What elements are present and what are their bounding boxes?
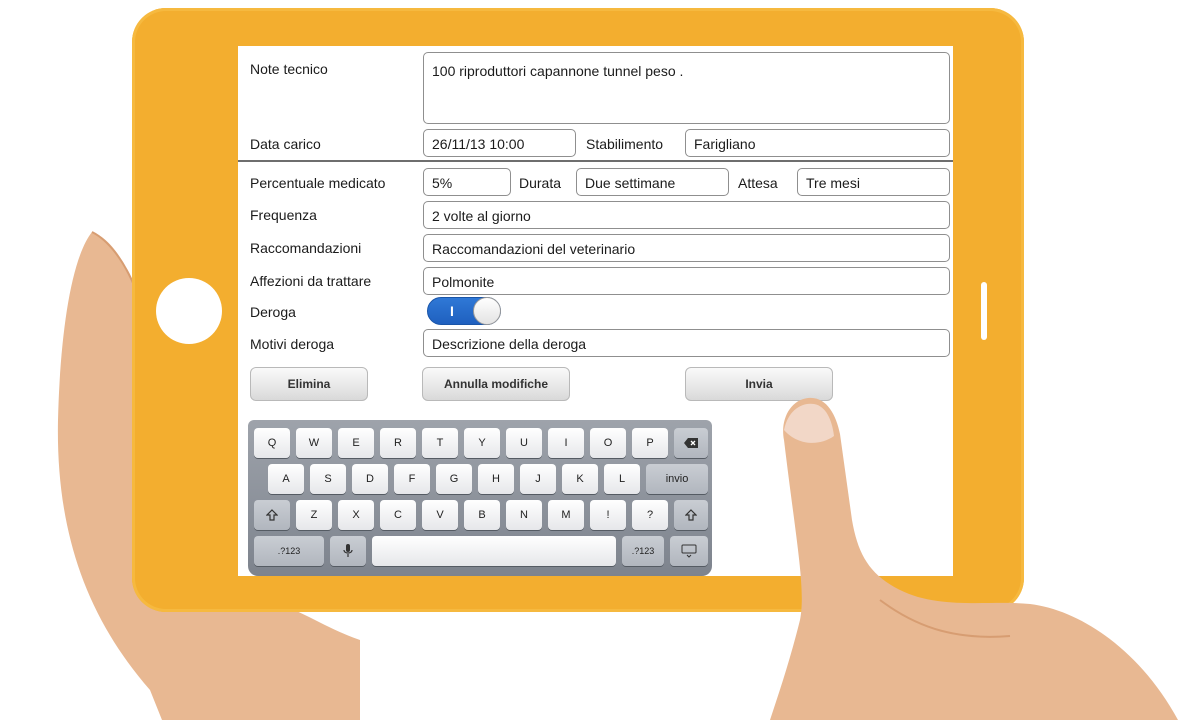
scene: Note tecnico 100 riproduttori capannone … [0, 0, 1178, 720]
right-hand-pointer [770, 397, 1178, 720]
